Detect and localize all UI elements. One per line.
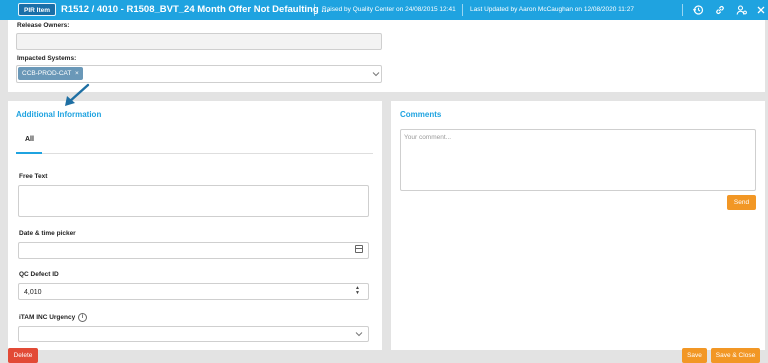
free-text-input[interactable] — [18, 185, 369, 217]
item-type-badge: PIR Item — [18, 3, 57, 16]
tab-active-indicator — [16, 152, 42, 154]
header-divider — [682, 4, 683, 16]
release-owners-field[interactable] — [16, 33, 382, 50]
footer-bar — [0, 350, 768, 363]
free-text-label: Free Text — [19, 173, 48, 180]
chip-remove-icon[interactable]: × — [75, 70, 79, 77]
release-owners-label: Release Owners: — [17, 22, 70, 29]
additional-information-panel — [8, 101, 382, 350]
qc-defect-input[interactable] — [18, 283, 369, 300]
link-icon[interactable] — [714, 4, 726, 16]
additional-information-title: Additional Information — [16, 110, 102, 119]
qc-defect-value: 4,010 — [24, 289, 42, 296]
date-time-input[interactable] — [18, 242, 369, 259]
chevron-down-icon[interactable] — [355, 330, 363, 338]
delete-button[interactable]: Delete — [8, 348, 38, 363]
raised-by-text: Raised by Quality Center on 24/08/2015 1… — [322, 6, 456, 13]
date-time-label: Date & time picker — [19, 230, 76, 237]
item-header: PIR Item R1512 / 4010 - R1508_BVT_24 Mon… — [0, 0, 768, 20]
number-stepper-icon[interactable]: ▲ ▼ — [355, 286, 360, 296]
last-updated-text: Last Updated by Aaron McCaughan on 12/08… — [470, 6, 634, 13]
comments-title: Comments — [400, 110, 442, 119]
header-divider — [462, 4, 463, 16]
history-icon[interactable] — [692, 4, 704, 16]
save-close-button[interactable]: Save & Close — [711, 348, 760, 363]
chevron-down-icon[interactable] — [372, 70, 380, 78]
annotation-arrow-icon — [65, 83, 90, 106]
impacted-system-chip[interactable]: CCB-PROD-CAT × — [18, 67, 83, 80]
tab-all[interactable]: All — [25, 136, 34, 143]
close-icon[interactable] — [756, 4, 766, 16]
save-button[interactable]: Save — [682, 348, 707, 363]
calendar-icon[interactable] — [355, 245, 363, 253]
header-divider — [314, 4, 315, 16]
info-icon[interactable]: i — [78, 313, 87, 322]
tab-divider — [16, 153, 373, 154]
chip-label: CCB-PROD-CAT — [22, 70, 72, 77]
itam-urgency-select[interactable] — [18, 326, 369, 342]
impacted-systems-label: Impacted Systems: — [17, 55, 77, 62]
comment-placeholder: Your comment... — [404, 134, 452, 141]
users-settings-icon[interactable] — [736, 4, 748, 16]
comment-input[interactable] — [400, 129, 756, 191]
page-title: R1512 / 4010 - R1508_BVT_24 Month Offer … — [61, 4, 330, 15]
qc-defect-label: QC Defect ID — [19, 271, 59, 278]
send-button[interactable]: Send — [727, 195, 756, 210]
itam-urgency-label: iTAM INC Urgency — [19, 314, 76, 321]
